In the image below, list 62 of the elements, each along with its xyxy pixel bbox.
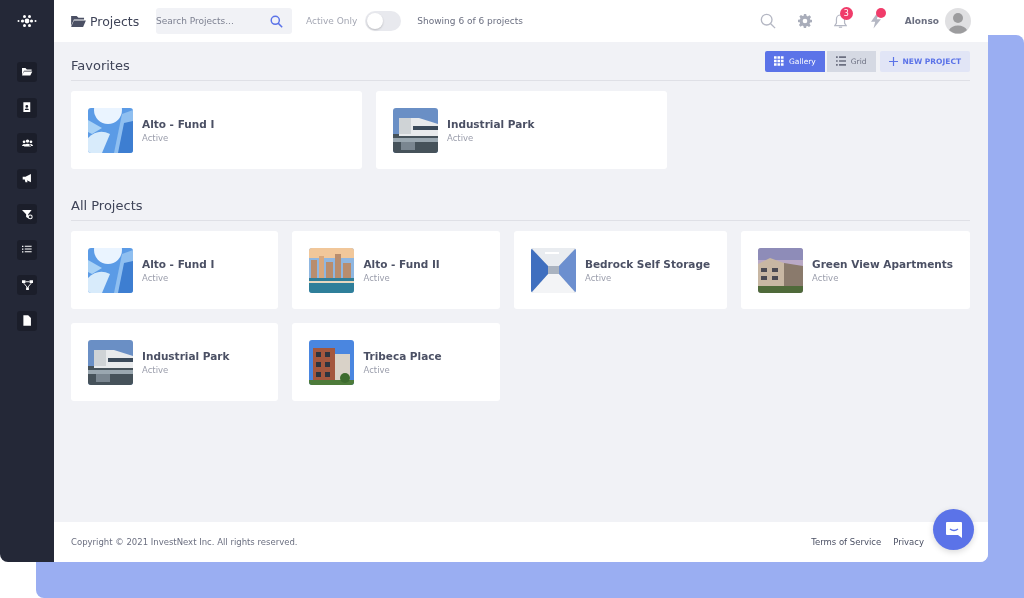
footer-link[interactable]: Terms of Service [811,537,882,547]
chat-icon [943,519,964,540]
sidebar-item[interactable] [17,168,37,189]
project-card[interactable]: Alto - Fund I Active [71,91,362,169]
filter-label: Active Only [306,16,358,26]
filter-icon [21,208,33,220]
project-name: Alto - Fund I [142,117,215,130]
checklist-icon [21,244,33,255]
project-card[interactable]: Alto - Fund I Active [71,231,279,309]
plus-icon [888,56,898,66]
logo-icon [17,13,37,29]
copyright-text: Copyright © 2021 InvestNext Inc. All rights reserved. [71,537,298,547]
sidebar-item[interactable] [17,62,37,82]
users-icon [21,137,33,149]
project-card[interactable]: Green View Apartments Active [741,231,970,309]
project-status: Active [142,272,170,283]
notification-badge: 3 [839,6,853,20]
search-field[interactable]: Search Projects... [156,8,292,34]
alert-dot [875,8,886,18]
toggle-switch[interactable] [365,11,402,31]
project-name: Industrial Park [447,117,535,130]
project-status: Active [142,364,170,375]
contact-card-icon [21,102,33,113]
project-card[interactable]: Bedrock Self Storage Active [513,231,728,309]
project-name: Bedrock Self Storage [584,257,711,270]
project-status: Active [142,132,170,143]
project-card[interactable]: Industrial Park Active [376,91,667,169]
search-icon [270,15,283,28]
section-title: Favorites [71,57,130,73]
user-name[interactable]: Alonso [904,16,939,26]
project-status: Active [363,272,391,283]
project-card[interactable]: Tribeca Place Active [292,323,500,401]
project-card[interactable]: Industrial Park Active [71,323,279,401]
project-name: Green View Apartments [812,257,953,270]
footer-link[interactable]: Privacy [893,537,924,547]
sidebar-item[interactable] [17,275,37,295]
sidebar-item[interactable] [17,97,37,118]
sidebar-item[interactable] [17,133,37,153]
network-icon [21,279,33,291]
page-title: Projects [90,13,140,29]
list-icon [835,56,846,66]
folder-icon [71,15,86,27]
project-card[interactable]: Alto - Fund II Active [292,231,500,309]
megaphone-icon [21,173,33,184]
avatar-icon[interactable] [945,8,971,34]
sidebar-item[interactable] [17,204,37,224]
sidebar-item[interactable] [17,239,37,260]
project-name: Industrial Park [142,349,230,362]
project-status: Active [584,272,613,283]
project-name: Alto - Fund II [363,257,440,270]
file-icon [21,315,33,326]
project-status: Active [363,364,391,375]
lightning-icon[interactable] [870,13,881,29]
project-count: Showing 6 of 6 projects [417,16,524,26]
grid-icon [774,56,785,66]
sidebar-item[interactable] [17,310,37,331]
section-title: All Projects [71,197,143,213]
project-name: Tribeca Place [363,349,442,362]
project-status: Active [812,272,840,283]
project-name: Alto - Fund I [142,257,215,270]
folder-icon [21,66,33,78]
project-status: Active [447,132,475,143]
